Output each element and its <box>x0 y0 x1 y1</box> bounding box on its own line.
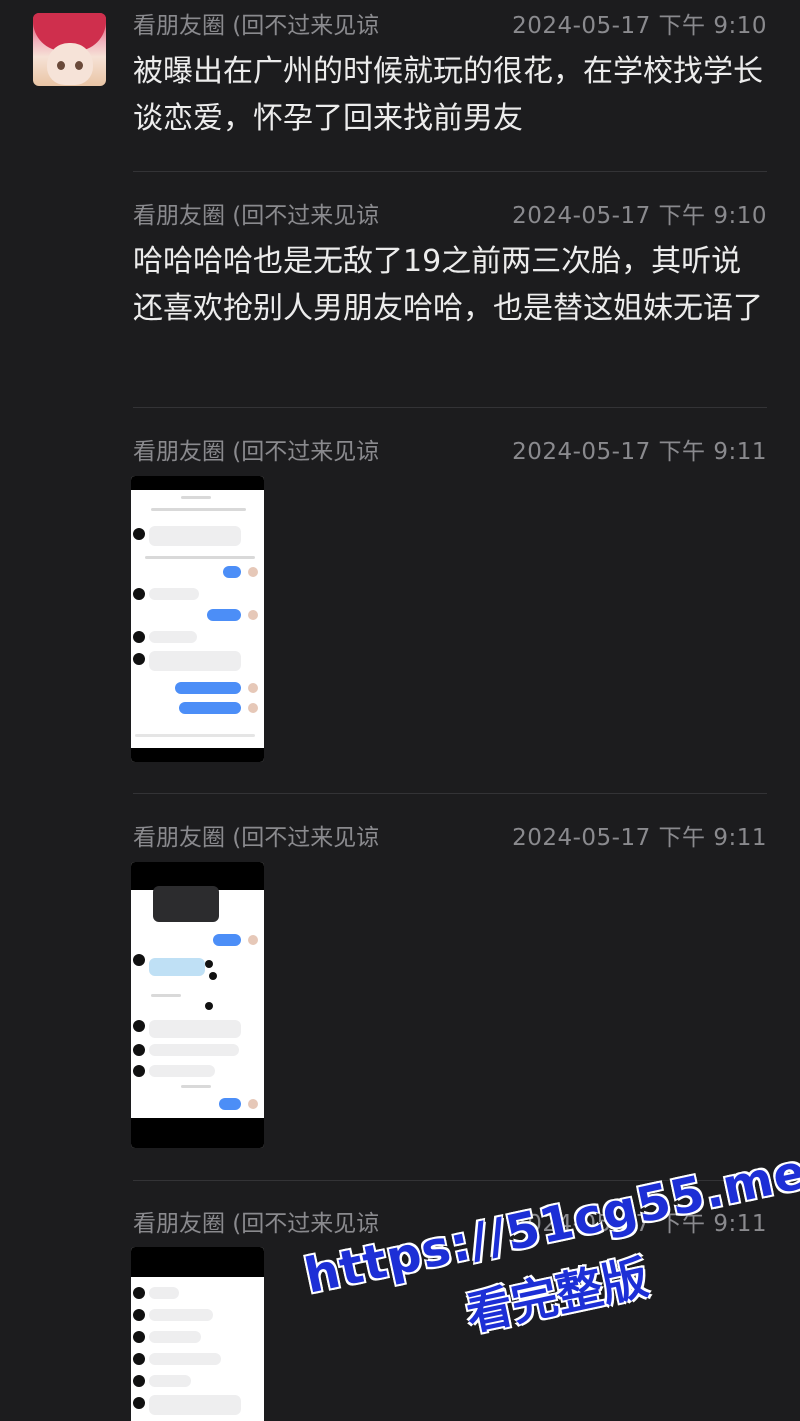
message-2[interactable]: 看朋友圈 (回不过来见谅 2024-05-17 下午 9:10 哈哈哈哈也是无敌… <box>133 196 767 332</box>
avatar-face <box>47 43 93 85</box>
screenshot-status-bar <box>131 1247 264 1277</box>
screenshot-dot <box>205 960 213 968</box>
screenshot-avatar <box>248 1099 258 1109</box>
screenshot-bubble <box>175 682 241 694</box>
screenshot-bubble <box>149 1044 239 1056</box>
screenshot-bubble <box>149 1065 215 1077</box>
message-time: 2024-05-17 下午 9:10 <box>512 13 767 39</box>
screenshot-avatar <box>248 935 258 945</box>
sender-name: 看朋友圈 (回不过来见谅 <box>133 439 380 465</box>
message-divider <box>133 171 767 172</box>
screenshot-dot <box>209 972 217 980</box>
screenshot-bubble <box>207 609 241 621</box>
screenshot-bottom-bar <box>131 748 264 762</box>
screenshot-avatar <box>133 1020 145 1032</box>
screenshot-bubble <box>149 1309 213 1321</box>
screenshot-bubble <box>149 1375 191 1387</box>
screenshot-avatar <box>248 703 258 713</box>
screenshot-bubble <box>219 1098 241 1110</box>
sender-name: 看朋友圈 (回不过来见谅 <box>133 825 380 851</box>
screenshot-bubble <box>213 934 241 946</box>
screenshot-bubble <box>149 1020 241 1038</box>
sender-name: 看朋友圈 (回不过来见谅 <box>133 13 380 39</box>
screenshot-bubble <box>149 1331 201 1343</box>
screenshot-status-bar <box>131 476 264 490</box>
screenshot-avatar <box>133 1309 145 1321</box>
screenshot-bubble <box>149 588 199 600</box>
message-text: 被曝出在广州的时候就玩的很花，在学校找学长谈恋爱，怀孕了回来找前男友 <box>133 54 763 136</box>
message-time: 2024-05-17 下午 9:11 <box>512 439 767 465</box>
watermark: https://51cg55.me 看完整版 <box>300 1144 800 1416</box>
message-text: 哈哈哈哈也是无敌了19之前两三次胎，其听说还喜欢抢别人男朋友哈哈，也是替这姐妹无… <box>133 244 763 326</box>
screenshot-avatar <box>133 1353 145 1365</box>
avatar-eye-right <box>75 61 83 70</box>
message-meta: 看朋友圈 (回不过来见谅 2024-05-17 下午 9:10 <box>133 196 767 230</box>
message-meta: 看朋友圈 (回不过来见谅 2024-05-17 下午 9:10 <box>133 6 767 40</box>
message-4: 看朋友圈 (回不过来见谅 2024-05-17 下午 9:11 <box>133 818 767 852</box>
screenshot-avatar <box>133 588 145 600</box>
message-time: 2024-05-17 下午 9:11 <box>512 825 767 851</box>
avatar[interactable] <box>33 13 106 86</box>
screenshot-bubble <box>149 958 205 976</box>
message-divider <box>133 793 767 794</box>
screenshot-avatar <box>133 1331 145 1343</box>
avatar-eye-left <box>57 61 65 70</box>
screenshot-line <box>181 1085 211 1088</box>
chat-screenshot-image[interactable] <box>131 476 264 762</box>
sender-name: 看朋友圈 (回不过来见谅 <box>133 203 380 229</box>
chat-screenshot-image[interactable] <box>131 862 264 1148</box>
screenshot-bubble <box>149 1353 221 1365</box>
screenshot-dot <box>205 1002 213 1010</box>
screenshot-avatar <box>133 1375 145 1387</box>
message-divider <box>133 407 767 408</box>
message-meta: 看朋友圈 (回不过来见谅 2024-05-17 下午 9:11 <box>133 818 767 852</box>
screenshot-line <box>145 556 255 559</box>
screenshot-avatar <box>133 1397 145 1409</box>
screenshot-avatar <box>133 954 145 966</box>
message-time: 2024-05-17 下午 9:10 <box>512 203 767 229</box>
screenshot-avatar <box>133 631 145 643</box>
screenshot-bubble <box>149 631 197 643</box>
screenshot-bubble <box>149 1287 179 1299</box>
chat-screenshot-image[interactable] <box>131 1247 264 1421</box>
screenshot-bottom-bar <box>131 1118 264 1148</box>
screenshot-avatar <box>133 1065 145 1077</box>
screenshot-toolbar <box>135 734 255 737</box>
screenshot-bubble <box>149 651 241 671</box>
screenshot-bubble <box>223 566 241 578</box>
sender-name: 看朋友圈 (回不过来见谅 <box>133 1211 380 1237</box>
screenshot-avatar <box>133 1287 145 1299</box>
screenshot-avatar <box>133 653 145 665</box>
screenshot-bubble <box>149 1395 241 1415</box>
screenshot-avatar <box>248 610 258 620</box>
message-meta: 看朋友圈 (回不过来见谅 2024-05-17 下午 9:11 <box>133 432 767 466</box>
screenshot-line <box>151 508 246 511</box>
screenshot-avatar <box>133 528 145 540</box>
screenshot-line <box>151 994 181 997</box>
message-1[interactable]: 看朋友圈 (回不过来见谅 2024-05-17 下午 9:10 被曝出在广州的时… <box>133 6 767 142</box>
screenshot-avatar <box>248 567 258 577</box>
screenshot-card <box>153 886 219 922</box>
screenshot-bubble <box>179 702 241 714</box>
screenshot-avatar <box>133 1044 145 1056</box>
screenshot-line <box>181 496 211 499</box>
screenshot-avatar <box>248 683 258 693</box>
screenshot-bubble <box>149 526 241 546</box>
message-3: 看朋友圈 (回不过来见谅 2024-05-17 下午 9:11 <box>133 432 767 466</box>
